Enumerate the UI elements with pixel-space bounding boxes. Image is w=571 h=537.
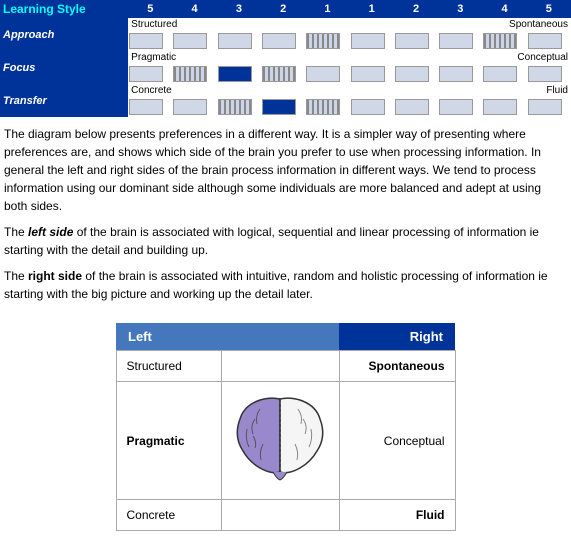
right-label-1: Conceptual bbox=[350, 51, 571, 64]
brain-row-2: Concrete Fluid bbox=[116, 500, 455, 531]
bar-cell-2-0 bbox=[128, 97, 172, 117]
bar-cell-1-1 bbox=[172, 64, 216, 84]
scale-r2: 2 bbox=[394, 0, 438, 18]
label-row-2: TransferConcreteFluid bbox=[0, 84, 571, 97]
scale-l4: 4 bbox=[172, 0, 216, 18]
description-para3: The right side of the brain is associate… bbox=[4, 267, 567, 303]
bar-cell-2-2 bbox=[217, 97, 261, 117]
bar-cell-1-7 bbox=[438, 64, 482, 84]
brain-row-1: Pragmatic Conceptual bbox=[116, 382, 455, 500]
label-row-1: FocusPragmaticConceptual bbox=[0, 51, 571, 64]
scale-r1: 1 bbox=[350, 0, 394, 18]
bar-cell-0-3 bbox=[261, 31, 305, 51]
brain-right-1: Conceptual bbox=[339, 382, 455, 500]
brain-header-row: Left Right bbox=[116, 323, 455, 351]
brain-left-0: Structured bbox=[116, 351, 222, 382]
description-para2: The left side of the brain is associated… bbox=[4, 223, 567, 259]
scale-l3: 3 bbox=[217, 0, 261, 18]
bar-cell-1-3 bbox=[261, 64, 305, 84]
brain-left-2: Concrete bbox=[116, 500, 222, 531]
para2-mid: of the brain is associated with logical,… bbox=[4, 225, 539, 257]
bar-cell-2-6 bbox=[394, 97, 438, 117]
brain-center-header bbox=[222, 323, 339, 351]
brain-center-1 bbox=[222, 382, 339, 500]
bar-cell-1-9 bbox=[527, 64, 571, 84]
learning-style-label: Learning Style bbox=[0, 0, 128, 18]
bar-cell-0-8 bbox=[482, 31, 526, 51]
scale-l2: 2 bbox=[261, 0, 305, 18]
bar-cell-0-2 bbox=[217, 31, 261, 51]
header-row: Learning Style 5 4 3 2 1 1 2 3 4 5 bbox=[0, 0, 571, 18]
para3-mid: of the brain is associated with intuitiv… bbox=[4, 269, 548, 301]
para2-bold-italic: left side bbox=[28, 225, 73, 239]
bar-cell-0-7 bbox=[438, 31, 482, 51]
para3-prefix: The bbox=[4, 269, 28, 283]
brain-center-2 bbox=[222, 500, 339, 531]
right-label-2: Fluid bbox=[350, 84, 571, 97]
para2-prefix: The bbox=[4, 225, 28, 239]
para3-bold: right side bbox=[28, 269, 82, 283]
right-label-0: Spontaneous bbox=[350, 18, 571, 31]
bar-cell-2-3 bbox=[261, 97, 305, 117]
scale-r4: 4 bbox=[482, 0, 526, 18]
row-label-0: Approach bbox=[0, 18, 128, 51]
brain-diagram-table: Left Right StructuredSpontaneousPragmati… bbox=[116, 323, 456, 531]
bar-cell-1-8 bbox=[482, 64, 526, 84]
description-section: The diagram below presents preferences i… bbox=[0, 117, 571, 317]
brain-center-0 bbox=[222, 351, 339, 382]
bar-cell-2-5 bbox=[350, 97, 394, 117]
brain-right-header: Right bbox=[339, 323, 455, 351]
bar-cell-0-0 bbox=[128, 31, 172, 51]
brain-right-2: Fluid bbox=[339, 500, 455, 531]
label-row-0: ApproachStructuredSpontaneous bbox=[0, 18, 571, 31]
bar-cell-2-7 bbox=[438, 97, 482, 117]
bar-cell-0-5 bbox=[350, 31, 394, 51]
para1-text: The diagram below presents preferences i… bbox=[4, 127, 541, 213]
row-label-2: Transfer bbox=[0, 84, 128, 117]
bar-cell-0-4 bbox=[305, 31, 349, 51]
bar-cell-2-4 bbox=[305, 97, 349, 117]
bar-cell-1-2 bbox=[217, 64, 261, 84]
left-label-0: Structured bbox=[128, 18, 349, 31]
scale-l5: 5 bbox=[128, 0, 172, 18]
bar-cell-1-0 bbox=[128, 64, 172, 84]
bar-cell-1-6 bbox=[394, 64, 438, 84]
scale-r5: 5 bbox=[527, 0, 571, 18]
scale-r3: 3 bbox=[438, 0, 482, 18]
bar-cell-1-4 bbox=[305, 64, 349, 84]
bar-cell-2-1 bbox=[172, 97, 216, 117]
left-label-1: Pragmatic bbox=[128, 51, 349, 64]
bar-cell-0-6 bbox=[394, 31, 438, 51]
row-label-1: Focus bbox=[0, 51, 128, 84]
bar-cell-2-8 bbox=[482, 97, 526, 117]
description-para1: The diagram below presents preferences i… bbox=[4, 125, 567, 215]
bar-cell-1-5 bbox=[350, 64, 394, 84]
bar-cell-2-9 bbox=[527, 97, 571, 117]
brain-left-header: Left bbox=[116, 323, 222, 351]
brain-row-0: Structured Spontaneous bbox=[116, 351, 455, 382]
bar-cell-0-1 bbox=[172, 31, 216, 51]
scale-l1: 1 bbox=[305, 0, 349, 18]
brain-right-0: Spontaneous bbox=[339, 351, 455, 382]
learning-style-table: Learning Style 5 4 3 2 1 1 2 3 4 5 Appro… bbox=[0, 0, 571, 117]
bar-cell-0-9 bbox=[527, 31, 571, 51]
brain-left-1: Pragmatic bbox=[116, 382, 222, 500]
left-label-2: Concrete bbox=[128, 84, 349, 97]
